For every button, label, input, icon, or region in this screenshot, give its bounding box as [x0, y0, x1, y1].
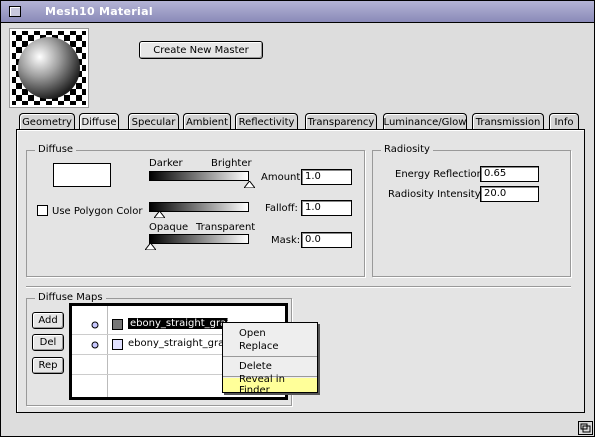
- radiosity-intensity-label: Radiosity Intensity:: [388, 189, 484, 200]
- diffuse-maps-group-label: Diffuse Maps: [35, 292, 106, 303]
- amount-slider[interactable]: [149, 171, 249, 181]
- mask-field[interactable]: 0.0: [301, 232, 352, 248]
- falloff-field[interactable]: 1.0: [301, 200, 352, 216]
- replace-map-button[interactable]: Rep: [32, 357, 64, 374]
- radio-dot-icon[interactable]: [91, 341, 99, 349]
- energy-reflection-label: Energy Reflection:: [395, 169, 487, 180]
- checker-sphere-image: [12, 31, 86, 105]
- radiosity-group-label: Radiosity: [381, 144, 433, 155]
- tab-geometry[interactable]: Geometry: [19, 113, 75, 130]
- add-map-button[interactable]: Add: [32, 312, 64, 329]
- tab-specular[interactable]: Specular: [128, 113, 179, 130]
- diffuse-color-swatch[interactable]: [53, 163, 111, 187]
- tab-transparency[interactable]: Transparency: [305, 113, 377, 130]
- opaque-label: Opaque: [149, 222, 189, 233]
- close-box[interactable]: [9, 6, 21, 17]
- amount-slider-thumb[interactable]: [244, 181, 255, 188]
- transparent-label: Transparent: [196, 222, 256, 233]
- delete-map-button[interactable]: Del: [32, 334, 64, 351]
- window-title: Mesh10 Material: [45, 5, 153, 18]
- mask-slider[interactable]: [149, 234, 249, 244]
- create-new-master-button[interactable]: Create New Master: [139, 41, 263, 59]
- tab-reflectivity[interactable]: Reflectivity: [235, 113, 298, 130]
- mask-label: Mask:: [271, 235, 301, 246]
- map-name: ebony_straight_grain.tif: [128, 318, 228, 329]
- tab-ambient[interactable]: Ambient: [183, 113, 231, 130]
- radio-dot-icon[interactable]: [91, 321, 99, 329]
- menu-separator: [223, 356, 317, 357]
- map-swatch-icon: [112, 319, 123, 330]
- falloff-label: Falloff:: [265, 203, 298, 214]
- energy-reflection-field[interactable]: 0.65: [480, 166, 539, 182]
- tab-transmission[interactable]: Transmission: [472, 113, 544, 130]
- menu-item-replace[interactable]: Replace: [223, 339, 317, 353]
- map-swatch-icon: [112, 339, 123, 350]
- amount-label: Amount:: [261, 172, 304, 183]
- amount-field[interactable]: 1.0: [301, 169, 352, 185]
- tab-luminance-glow[interactable]: Luminance/Glow: [383, 113, 467, 130]
- use-polygon-color-checkbox[interactable]: [37, 205, 48, 216]
- context-menu: Open Replace Delete Reveal in Finder: [222, 322, 318, 396]
- use-polygon-color-label: Use Polygon Color: [52, 206, 143, 217]
- radiosity-intensity-field[interactable]: 20.0: [480, 186, 539, 202]
- menu-item-reveal-in-finder[interactable]: Reveal in Finder: [223, 374, 317, 396]
- material-preview: [9, 28, 89, 108]
- mask-slider-thumb[interactable]: [145, 243, 156, 250]
- title-bar[interactable]: Mesh10 Material: [1, 1, 594, 23]
- section-divider: [26, 286, 571, 287]
- material-window: Mesh10 Material Create New Master Geomet…: [0, 0, 595, 437]
- map-name: ebony_straight_grain.tif: [128, 338, 228, 349]
- tab-info[interactable]: Info: [549, 113, 579, 130]
- brighter-label: Brighter: [211, 158, 252, 169]
- resize-grip-icon[interactable]: [578, 421, 593, 435]
- darker-label: Darker: [149, 158, 183, 169]
- falloff-slider-thumb[interactable]: [154, 211, 165, 218]
- menu-item-open[interactable]: Open: [223, 326, 317, 340]
- menu-item-delete[interactable]: Delete: [223, 359, 317, 373]
- diffuse-group-label: Diffuse: [35, 144, 77, 155]
